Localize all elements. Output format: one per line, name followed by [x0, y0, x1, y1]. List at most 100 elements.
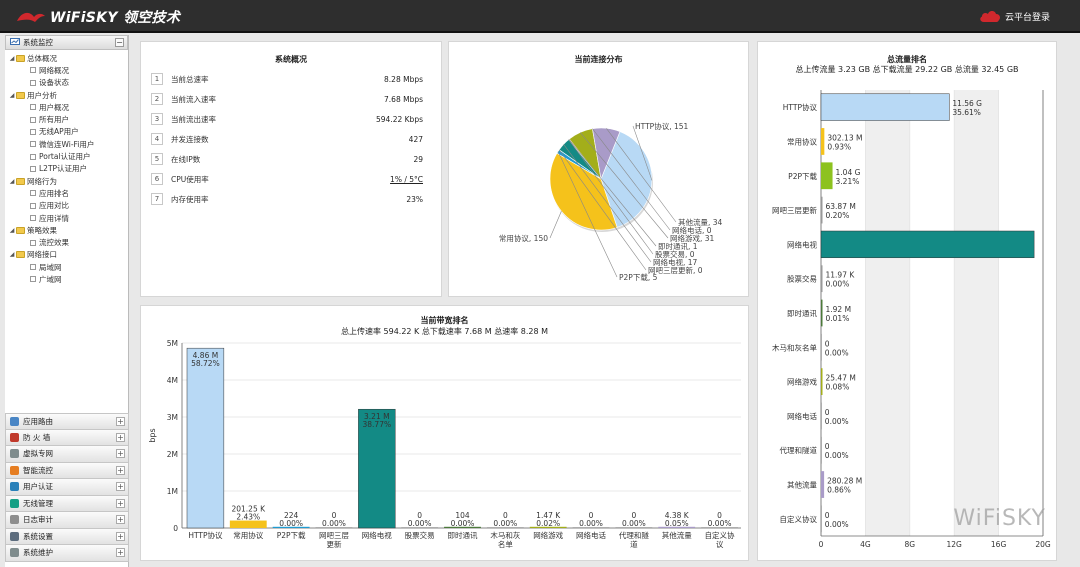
bandwidth-title: 当前带宽排名 — [420, 316, 469, 325]
y-tick-label: 5M — [167, 339, 178, 348]
connections-panel: 当前连接分布 HTTP协议, 151 常用协议, 150 P2P下载, 5 网吧三层更… — [448, 41, 749, 297]
logo: WiFiSKY 领空技术 — [16, 7, 180, 27]
tree-header[interactable]: 系统监控 − — [5, 35, 128, 50]
expand-plus-icon[interactable]: + — [116, 449, 125, 458]
tree-item[interactable]: 流控效果 — [8, 236, 128, 248]
menu-item[interactable]: 系统维护 + — [5, 545, 129, 562]
tree-group[interactable]: ◢ 网络接口 — [8, 249, 128, 261]
page-icon — [30, 276, 36, 283]
tree-label: 广域网 — [39, 274, 62, 284]
menu-item[interactable]: 用户认证 + — [5, 479, 129, 496]
bar-percent-label: 0.20% — [826, 211, 850, 220]
bar-percent-label: 0.00% — [826, 280, 850, 289]
y-tick-label: 网络电话 — [787, 411, 817, 421]
menu-item[interactable]: 智能流控 + — [5, 462, 129, 479]
grid-band — [954, 90, 999, 536]
row-value: 427 — [408, 134, 423, 144]
bar — [820, 93, 950, 121]
row-number: 2 — [151, 93, 163, 105]
tree-item[interactable]: 应用对比 — [8, 200, 128, 212]
tree-label: 所有用户 — [39, 115, 69, 125]
menu-item[interactable]: 虚拟专网 + — [5, 446, 129, 463]
bar-value-label: 25.47 M — [826, 374, 856, 383]
y-tick-label: 代理和隧道 — [780, 445, 818, 455]
menu-icon — [10, 482, 19, 492]
menu-item[interactable]: 应用路由 + — [5, 413, 129, 430]
expand-arrow-icon[interactable]: ◢ — [8, 251, 16, 258]
bar-percent-label: 0.00% — [708, 519, 732, 528]
tree-item[interactable]: 网络概况 — [8, 64, 128, 76]
menu-label: 日志审计 — [23, 515, 53, 525]
sidebar: 系统监控 − ◢ 总体概况 网络概况设备状态 ◢ 用户分析 用户概况所有用户 无线AP用户微… — [5, 35, 129, 567]
overview-title: 系统概况 — [275, 55, 307, 64]
menu-label: 虚拟专网 — [23, 449, 53, 459]
expand-plus-icon[interactable]: + — [116, 465, 125, 475]
tree-item[interactable]: Portal认证用户 — [8, 150, 128, 162]
menu-label: 用户认证 — [23, 482, 53, 492]
expand-plus-icon[interactable]: + — [116, 482, 125, 491]
tree-item[interactable]: 设备状态 — [8, 77, 128, 89]
tree-label: 应用详情 — [39, 213, 69, 223]
collapse-toggle[interactable]: − — [115, 38, 124, 47]
expand-arrow-icon[interactable]: ◢ — [8, 92, 16, 99]
bar-percent-label: 0.00% — [825, 348, 849, 357]
tree-label: 网络行为 — [27, 176, 57, 186]
bar-percent-label: 0.86% — [827, 486, 851, 495]
y-tick-label: 网络电视 — [787, 239, 817, 249]
menu-item[interactable]: 日志审计 + — [5, 512, 129, 529]
bar-percent-label: 35.61% — [952, 108, 981, 117]
expand-plus-icon[interactable]: + — [116, 548, 125, 557]
menu-item[interactable]: 无线管理 + — [5, 495, 129, 512]
tree-item[interactable]: 所有用户 — [8, 113, 128, 125]
bar-percent-label: 0.00% — [579, 519, 603, 528]
row-label: 内存使用率 — [171, 194, 209, 204]
tree-item[interactable]: 应用排名 — [8, 187, 128, 199]
page-icon — [30, 165, 36, 172]
tree-item[interactable]: 应用详情 — [8, 212, 128, 224]
tree-label: 网络接口 — [27, 250, 57, 260]
bar-percent-label: 0.00% — [493, 519, 517, 528]
expand-plus-icon[interactable]: + — [116, 515, 125, 524]
expand-plus-icon[interactable]: + — [116, 498, 125, 508]
tree-group[interactable]: ◢ 总体概况 — [8, 52, 128, 64]
tree-item[interactable]: 无线AP用户 — [8, 126, 128, 138]
bar — [821, 162, 833, 190]
pie-label: HTTP协议, 151 — [635, 121, 689, 131]
bandwidth-bar-chart: 01M2M3M4M5Mbps4.86 M58.72%HTTP协议201.25 K… — [148, 339, 741, 549]
row-value[interactable]: 1% / 5°C — [390, 175, 423, 184]
tree-label: 流控效果 — [39, 238, 69, 248]
connections-title: 当前连接分布 — [574, 55, 623, 64]
tree-group[interactable]: ◢ 策略效果 — [8, 224, 128, 236]
expand-plus-icon[interactable]: + — [116, 531, 125, 541]
tree-group[interactable]: ◢ 网络行为 — [8, 175, 128, 187]
tree-label: 应用排名 — [39, 188, 69, 198]
expand-arrow-icon[interactable]: ◢ — [8, 178, 16, 185]
y-tick-label: 网络游戏 — [787, 377, 817, 387]
bar-value-label: 302.13 M — [827, 133, 862, 142]
y-tick-label: 其他流量 — [787, 480, 817, 490]
row-value: 7.68 Mbps — [384, 94, 423, 104]
tree-item[interactable]: L2TP认证用户 — [8, 163, 128, 175]
menu-item[interactable]: 防 火 墙 + — [5, 429, 129, 446]
tree-label: L2TP认证用户 — [39, 164, 88, 174]
menu-item[interactable]: 系统设置 + — [5, 528, 129, 545]
expand-plus-icon[interactable]: + — [116, 417, 125, 426]
y-tick-label: 0 — [173, 524, 178, 533]
tree-item[interactable]: 广域网 — [8, 273, 128, 285]
tree-item[interactable]: 局域网 — [8, 261, 128, 273]
tree-item[interactable]: 微信连Wi-Fi用户 — [8, 138, 128, 150]
x-tick-label: P2P下载 — [277, 530, 306, 540]
tree-group[interactable]: ◢ 用户分析 — [8, 89, 128, 101]
expand-arrow-icon[interactable]: ◢ — [8, 55, 16, 62]
menu-icon — [10, 498, 19, 508]
page-icon — [30, 215, 36, 221]
x-tick-label: 8G — [905, 540, 916, 549]
tree-label: 设备状态 — [39, 78, 69, 88]
cloud-login-link[interactable]: 云平台登录 — [979, 9, 1050, 23]
page-icon — [30, 190, 36, 197]
page-icon — [30, 128, 36, 135]
menu-icon — [10, 515, 19, 525]
expand-plus-icon[interactable]: + — [116, 432, 125, 442]
tree-item[interactable]: 用户概况 — [8, 101, 128, 113]
expand-arrow-icon[interactable]: ◢ — [8, 227, 16, 234]
